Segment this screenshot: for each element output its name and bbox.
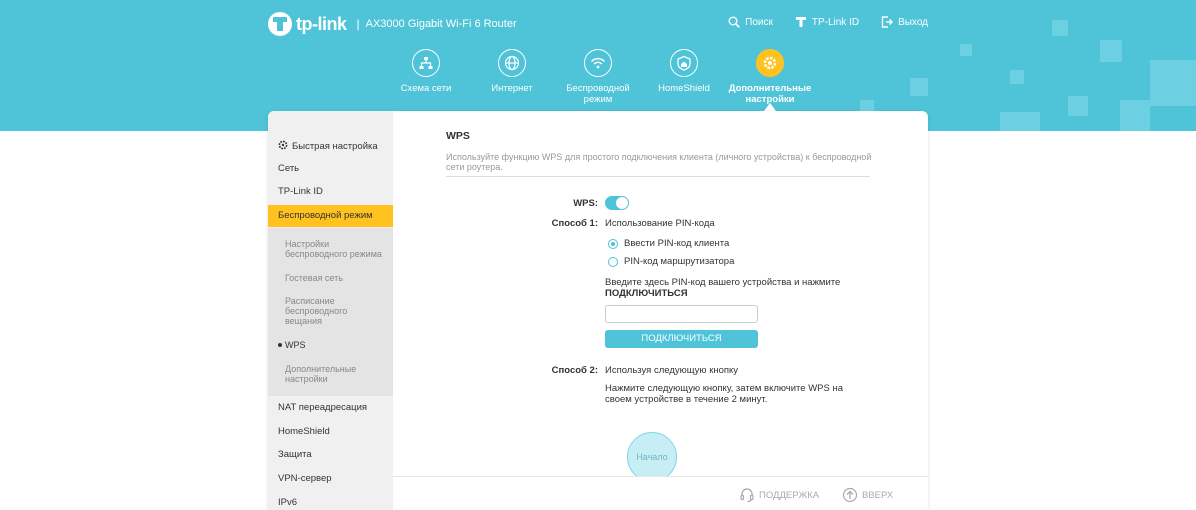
method2-label: Способ 2: bbox=[551, 365, 598, 376]
search-icon bbox=[728, 16, 740, 28]
sidebar-item-quick-setup[interactable]: Быстрая настройка bbox=[268, 140, 393, 152]
radio-client-pin[interactable]: Ввести PIN-код клиента bbox=[608, 238, 729, 249]
method2-hint: Нажмите следующую кнопку, затем включите… bbox=[605, 383, 844, 405]
search-label: Поиск bbox=[745, 16, 773, 28]
content-panel: WPS Используйте функцию WPS для простого… bbox=[393, 111, 928, 510]
logout-label: Выход bbox=[898, 16, 928, 28]
sidebar-subitem-label: WPS bbox=[285, 340, 306, 350]
tplink-id-label: TP-Link ID bbox=[811, 16, 860, 28]
sidebar-item-vpn-server[interactable]: VPN-сервер bbox=[268, 474, 393, 484]
decoration bbox=[1000, 112, 1040, 131]
product-name: AX3000 Gigabit Wi-Fi 6 Router bbox=[365, 18, 517, 30]
sidebar-item-wireless[interactable]: Беспроводной режим bbox=[268, 205, 393, 227]
decoration bbox=[1068, 96, 1088, 116]
pin-hint: Введите здесь PIN-код вашего устройства … bbox=[605, 277, 841, 299]
sidebar-item-homeshield[interactable]: HomeShield bbox=[268, 427, 393, 437]
tplink-logo-icon bbox=[268, 12, 292, 36]
back-to-top-link[interactable]: ВВЕРХ bbox=[842, 487, 893, 503]
quick-setup-gear-icon bbox=[278, 140, 288, 150]
tab-label: Беспроводной режим bbox=[566, 83, 630, 105]
brand-name: tp-link bbox=[296, 13, 347, 34]
globe-icon bbox=[498, 49, 526, 77]
pin-input[interactable] bbox=[605, 305, 758, 323]
tab-label: HomeShield bbox=[658, 83, 710, 94]
tplink-id-icon bbox=[795, 17, 806, 27]
method1-label: Способ 1: bbox=[551, 218, 598, 229]
connect-button[interactable]: ПОДКЛЮЧИТЬСЯ bbox=[605, 330, 758, 348]
tab-advanced[interactable]: Дополнительные настройки bbox=[727, 49, 813, 105]
method1-value: Использование PIN-кода bbox=[605, 218, 715, 229]
selected-dot bbox=[278, 343, 282, 347]
sidebar-item-ipv6[interactable]: IPv6 bbox=[268, 498, 393, 508]
arrow-up-icon bbox=[842, 487, 858, 503]
sidebar: Быстрая настройка Сеть TP-Link ID Беспро… bbox=[268, 111, 393, 510]
radio-label: PIN-код маршрутизатора bbox=[624, 256, 735, 267]
radio-button-unchecked bbox=[608, 256, 618, 267]
header-separator: | bbox=[356, 17, 360, 31]
headset-icon bbox=[740, 488, 754, 503]
logout-link[interactable]: Выход bbox=[881, 16, 928, 28]
sidebar-subitem-wireless-schedule[interactable]: Расписание беспроводного вещания bbox=[285, 296, 385, 326]
decoration bbox=[1010, 70, 1024, 84]
logo[interactable]: tp-link | AX3000 Gigabit Wi-Fi 6 Router bbox=[268, 12, 517, 36]
support-link[interactable]: ПОДДЕРЖКА bbox=[739, 487, 819, 503]
radio-label: Ввести PIN-код клиента bbox=[624, 238, 730, 249]
sidebar-item-tplink-id[interactable]: TP-Link ID bbox=[268, 187, 393, 197]
tab-homeshield[interactable]: HomeShield bbox=[641, 49, 727, 94]
sidebar-item-network[interactable]: Сеть bbox=[268, 164, 393, 174]
homeshield-icon bbox=[670, 49, 698, 77]
decoration bbox=[960, 44, 972, 56]
sidebar-item-nat[interactable]: NAT переадресация bbox=[268, 403, 393, 413]
wps-label: WPS: bbox=[573, 198, 598, 209]
tplink-id-link[interactable]: TP-Link ID bbox=[795, 16, 859, 28]
sidebar-item-label: Быстрая настройка bbox=[292, 141, 378, 152]
page-title: WPS bbox=[446, 130, 470, 142]
sidebar-subitem-wps[interactable]: WPS bbox=[278, 340, 385, 350]
support-label: ПОДДЕРЖКА bbox=[759, 489, 820, 501]
active-tab-indicator bbox=[764, 103, 776, 111]
wifi-icon bbox=[584, 49, 612, 77]
sidebar-subitem-advanced[interactable]: Дополнительные настройки bbox=[285, 364, 385, 384]
tab-label: Интернет bbox=[491, 83, 533, 94]
wps-toggle[interactable] bbox=[605, 196, 629, 210]
tab-network-map[interactable]: Схема сети bbox=[383, 49, 469, 94]
main-card: Быстрая настройка Сеть TP-Link ID Беспро… bbox=[268, 111, 928, 510]
up-label: ВВЕРХ bbox=[862, 489, 894, 501]
tab-internet[interactable]: Интернет bbox=[469, 49, 555, 94]
divider bbox=[446, 176, 870, 177]
method2-value: Используя следующую кнопку bbox=[605, 365, 739, 376]
network-map-icon bbox=[412, 49, 440, 77]
sidebar-item-security[interactable]: Защита bbox=[268, 450, 393, 460]
radio-router-pin[interactable]: PIN-код маршрутизатора bbox=[608, 256, 734, 267]
sidebar-subitem-wireless-settings[interactable]: Настройки беспроводного режима bbox=[285, 239, 385, 259]
decoration bbox=[910, 78, 928, 96]
tab-wireless[interactable]: Беспроводной режим bbox=[555, 49, 641, 105]
radio-button-checked bbox=[608, 238, 618, 249]
sidebar-subitem-guest-network[interactable]: Гостевая сеть bbox=[285, 273, 385, 283]
footer: ПОДДЕРЖКА ВВЕРХ bbox=[393, 476, 928, 510]
decoration bbox=[1052, 20, 1068, 36]
tab-label: Схема сети bbox=[400, 83, 452, 94]
tab-label: Дополнительные настройки bbox=[728, 83, 812, 105]
decoration bbox=[1120, 100, 1150, 131]
sidebar-subgroup-wireless: Настройки беспроводного режима Гостевая … bbox=[268, 228, 393, 396]
top-links: Поиск TP-Link ID Выход bbox=[728, 16, 928, 28]
page-description: Используйте функцию WPS для простого под… bbox=[446, 152, 872, 172]
search-link[interactable]: Поиск bbox=[728, 16, 773, 28]
decoration bbox=[1100, 40, 1122, 62]
start-wps-button[interactable]: Начало bbox=[627, 432, 677, 482]
logout-icon bbox=[881, 16, 894, 28]
advanced-gear-icon bbox=[756, 49, 784, 77]
decoration bbox=[1150, 60, 1196, 106]
